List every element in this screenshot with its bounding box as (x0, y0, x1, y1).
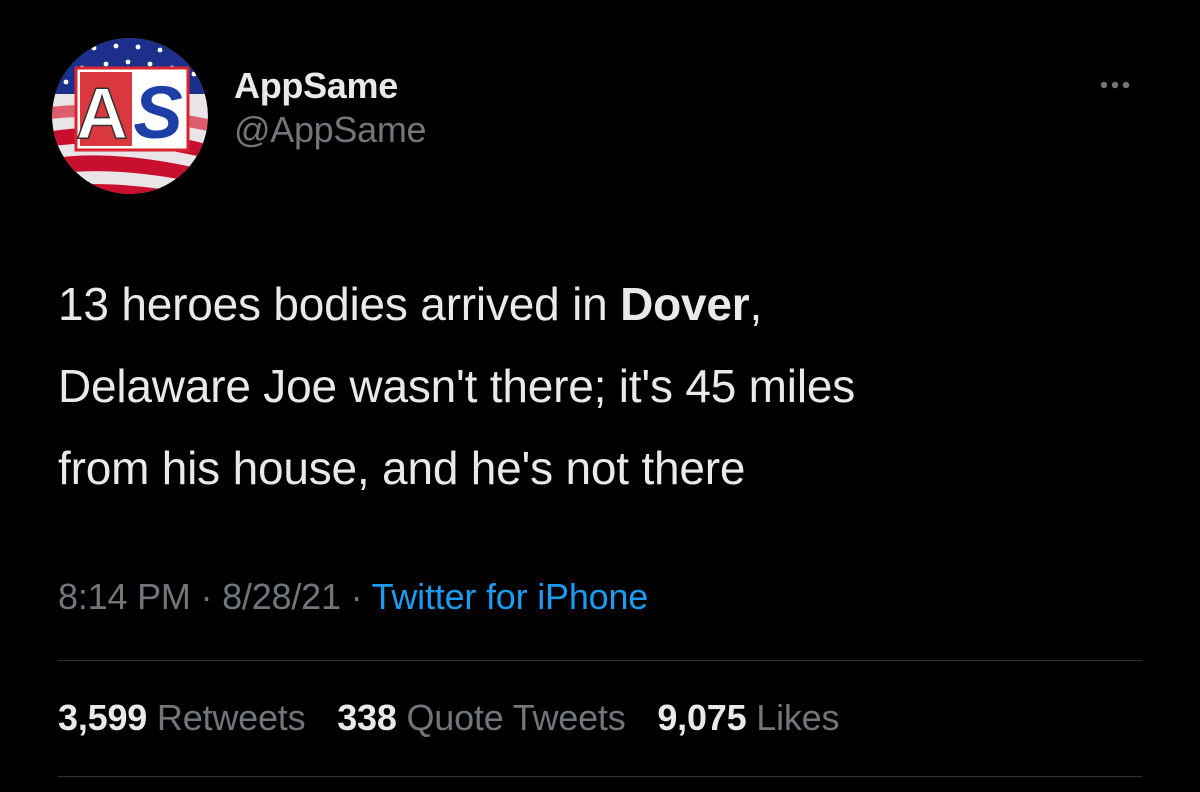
likes-count: 9,075 (657, 697, 747, 738)
retweets-count: 3,599 (58, 697, 148, 738)
tweet-line-1: 13 heroes bodies arrived in Dover, (58, 278, 763, 330)
handle[interactable]: @AppSame (234, 108, 427, 152)
divider (58, 776, 1142, 777)
svg-text:S: S (133, 71, 182, 154)
tweet-stats: 3,599 Retweets 338 Quote Tweets 9,075 Li… (58, 694, 861, 742)
tweet-line-3: from his house, and he's not there (58, 442, 746, 494)
tweet-line-2: Delaware Joe wasn't there; it's 45 miles (58, 360, 856, 412)
tweet-meta: 8:14 PM · 8/28/21 · Twitter for iPhone (58, 573, 648, 621)
author-block: AppSame @AppSame (234, 64, 427, 152)
tweet-date[interactable]: 8/28/21 (222, 576, 341, 617)
divider (58, 660, 1142, 661)
meta-separator: · (350, 576, 363, 617)
retweets-label: Retweets (156, 697, 306, 738)
tweet-time[interactable]: 8:14 PM (58, 576, 191, 617)
avatar-image: A S (52, 38, 208, 194)
quote-tweets-stat[interactable]: 338 Quote Tweets (337, 694, 626, 742)
retweets-stat[interactable]: 3,599 Retweets (58, 694, 306, 742)
likes-label: Likes (756, 697, 840, 738)
tweet-bold-text: Dover (620, 278, 750, 330)
likes-stat[interactable]: 9,075 Likes (657, 694, 839, 742)
display-name[interactable]: AppSame (234, 64, 426, 108)
more-horizontal-icon (1100, 81, 1130, 89)
svg-text:A: A (76, 74, 128, 154)
quote-tweets-label: Quote Tweets (406, 697, 626, 738)
tweet: A S AppSame @AppSame 13 heroes bodies ar… (0, 0, 1200, 792)
tweet-source-link[interactable]: Twitter for iPhone (372, 576, 649, 617)
avatar[interactable]: A S (52, 38, 208, 194)
tweet-text: 13 heroes bodies arrived in Dover, Delaw… (58, 263, 1168, 509)
quote-tweets-count: 338 (337, 697, 397, 738)
meta-separator: · (200, 576, 213, 617)
more-button[interactable] (1090, 70, 1140, 100)
